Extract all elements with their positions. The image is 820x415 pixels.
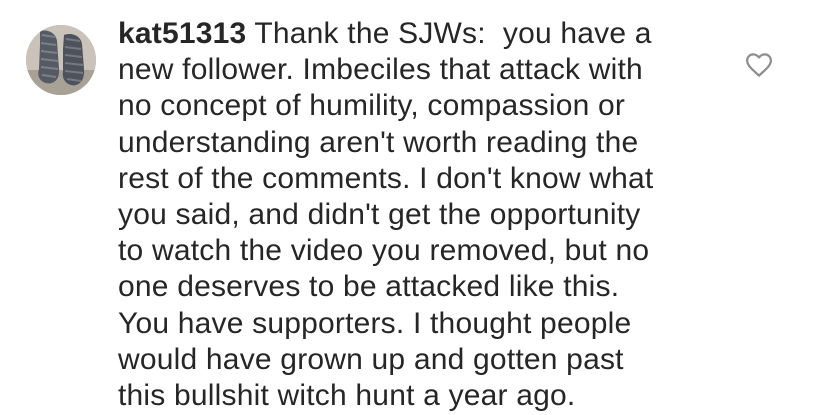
heart-outline-icon[interactable] [744, 50, 774, 80]
comment-line: this bullshit witch hunt a year ago. [118, 379, 576, 413]
comment-line: one deserves to be attacked like this. [118, 270, 620, 304]
comment-line: to watch the video you removed, but no [118, 234, 650, 268]
comment-line: rest of the comments. I don't know what [118, 161, 654, 195]
comment-line: kat51313 Thank the SJWs: you have a [118, 16, 718, 52]
comment-first-line: Thank the SJWs: you have a [246, 17, 652, 50]
comment-line: You have supporters. I thought people [118, 306, 632, 340]
comment-line: new follower. Imbeciles that attack with [118, 53, 643, 87]
comment-text: kat51313 Thank the SJWs: you have a new … [118, 16, 718, 414]
comment-line: understanding aren't worth reading the [118, 125, 639, 159]
comment-line: no concept of humility, compassion or [118, 89, 626, 123]
avatar[interactable] [26, 25, 96, 95]
comment-line: you said, and didn't get the opportunity [118, 198, 641, 232]
avatar-photo [26, 25, 96, 95]
username-link[interactable]: kat51313 [118, 17, 246, 50]
comment-item: kat51313 Thank the SJWs: you have a new … [0, 0, 820, 415]
comment-line: would have grown up and gotten past [118, 342, 624, 376]
